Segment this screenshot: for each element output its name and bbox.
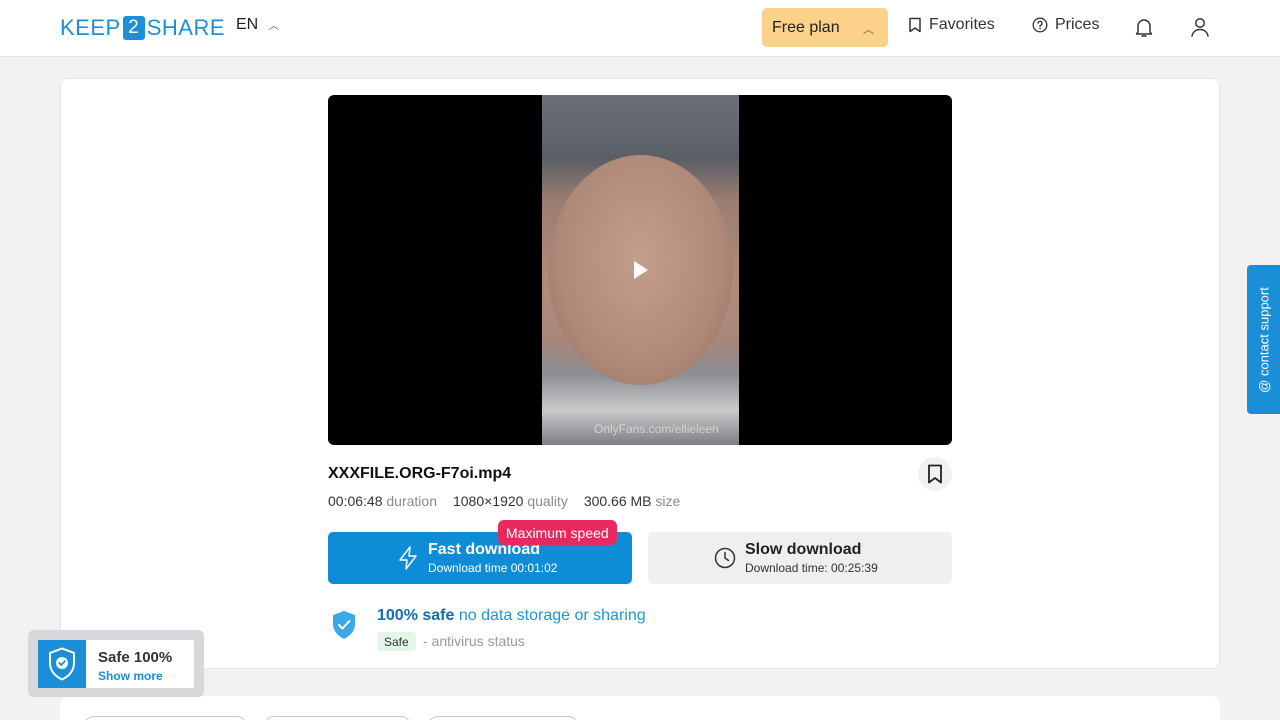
contact-support-tab[interactable]: @ contact support	[1247, 265, 1280, 414]
antivirus-status-badge: Safe	[377, 632, 416, 651]
size-label: size	[655, 493, 681, 509]
duration-value: 00:06:48	[328, 493, 383, 509]
safe-widget[interactable]: Safe 100% Show more	[28, 630, 204, 697]
size-info: 300.66 MB size	[584, 493, 681, 509]
quality-value: 1080×1920	[452, 493, 524, 509]
file-name: XXXFILE.ORG-F7oi.mp4	[328, 465, 512, 482]
duration-label: duration	[386, 493, 437, 509]
favorites-label: Favorites	[929, 16, 995, 33]
quality-info: 1080×1920 quality	[453, 493, 568, 509]
clock-icon	[714, 547, 736, 569]
safe-widget-icon-box	[38, 640, 86, 688]
logo-text-right: SHARE	[146, 15, 225, 40]
add-to-favorites-button[interactable]	[918, 457, 952, 491]
video-watermark: OnlyFans.com/ellieleen	[594, 422, 719, 436]
contact-support-label: @ contact support	[1256, 286, 1271, 393]
chevron-up-icon: ︿	[863, 24, 874, 36]
shield-check-icon	[333, 611, 355, 639]
slow-download-button[interactable]: Slow download Download time: 00:25:39	[648, 532, 952, 584]
size-value: 300.66 MB	[583, 493, 652, 509]
notifications-button[interactable]	[1132, 15, 1156, 39]
fast-download-time: Download time 00:01:02	[428, 561, 558, 575]
logo-two-badge: 2	[122, 16, 145, 40]
free-plan-button[interactable]: Free plan ︿	[762, 8, 888, 47]
show-more-link[interactable]: Show more	[98, 669, 163, 683]
antivirus-status-label: - antivirus status	[423, 633, 525, 649]
top-header: KEEP 2 SHARE EN ︿ Free plan ︿ Favorites Pr…	[0, 0, 1280, 57]
prices-link[interactable]: Prices	[1032, 16, 1099, 34]
maximum-speed-badge: Maximum speed	[498, 520, 617, 545]
bottom-tab-1[interactable]	[84, 716, 247, 720]
quality-label: quality	[527, 493, 568, 509]
slow-download-title: Slow download	[745, 541, 862, 558]
bottom-tab-2[interactable]	[264, 716, 411, 720]
bookmark-icon	[928, 464, 942, 484]
favorites-link[interactable]: Favorites	[908, 16, 995, 34]
safe-widget-title: Safe 100%	[98, 649, 173, 666]
safety-headline-rest: no data storage or sharing	[454, 607, 646, 624]
safety-headline: 100% safe no data storage or sharing	[377, 607, 646, 625]
duration-info: 00:06:48 duration	[328, 493, 437, 509]
play-icon[interactable]	[634, 261, 648, 279]
user-icon	[1191, 18, 1209, 37]
video-player[interactable]: OnlyFans.com/ellieleen	[328, 95, 952, 445]
bottom-tab-3[interactable]	[428, 716, 578, 720]
safe-widget-inner: Safe 100% Show more	[38, 640, 194, 688]
shield-check-icon	[49, 647, 75, 681]
language-selector[interactable]: EN ︿	[236, 16, 279, 34]
safety-headline-bold: 100% safe	[377, 607, 455, 624]
lightning-icon	[399, 546, 417, 570]
bell-icon	[1135, 19, 1153, 37]
slow-download-time: Download time: 00:25:39	[745, 561, 878, 575]
file-meta: 00:06:48 duration 1080×1920 quality 300.…	[328, 493, 680, 509]
keep2share-logo[interactable]: KEEP 2 SHARE	[60, 15, 225, 41]
language-label: EN	[236, 16, 259, 33]
bookmark-icon	[909, 17, 921, 33]
free-plan-label: Free plan	[772, 18, 840, 36]
logo-text-left: KEEP	[60, 15, 121, 40]
account-button[interactable]	[1188, 15, 1212, 39]
chevron-up-icon: ︿	[268, 20, 280, 32]
question-circle-icon	[1032, 17, 1048, 33]
prices-label: Prices	[1055, 16, 1100, 33]
